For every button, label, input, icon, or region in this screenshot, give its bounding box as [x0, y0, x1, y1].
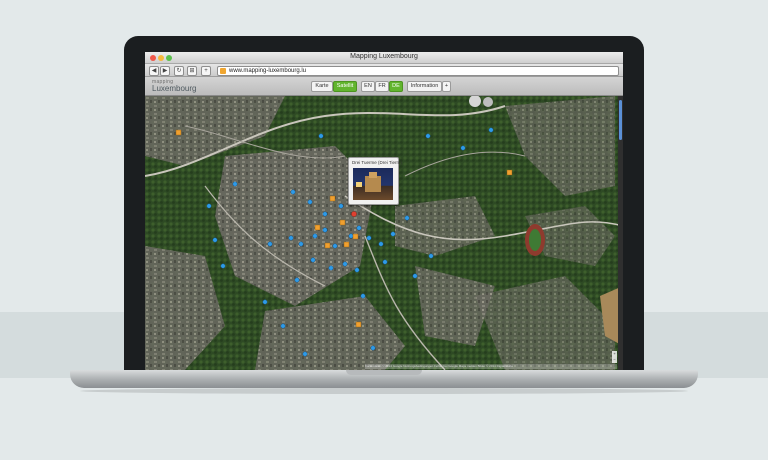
map-pin-icon [288, 235, 294, 241]
map-pin-icon [206, 203, 212, 209]
map-pin-icon [378, 241, 384, 247]
popup-photo [353, 168, 393, 200]
map-pin-icon [232, 181, 238, 187]
map-pin-icon [356, 225, 362, 231]
photo-light [356, 182, 362, 187]
map-pins [175, 127, 513, 357]
map-pin-icon [360, 293, 366, 299]
map-pin-icon [488, 127, 494, 133]
map-pin-icon [425, 133, 431, 139]
map-pin-icon [318, 133, 324, 139]
favicon-icon [220, 68, 226, 74]
photo-tower-top [369, 172, 377, 178]
map-pin-icon [355, 321, 362, 328]
satellite-view-button[interactable]: Satellit [333, 81, 357, 92]
map-pin-icon [294, 277, 300, 283]
map-pin-icon [351, 211, 357, 217]
browser-window: Mapping Luxembourg ◀ ▶ ↻ ⊞ + www.mapping… [145, 52, 623, 370]
laptop-notch [346, 370, 422, 375]
map-pin-icon [175, 129, 182, 136]
bookmarks-button[interactable]: ⊞ [187, 66, 197, 76]
map-pin-icon [382, 259, 388, 265]
map-pin-icon [328, 265, 334, 271]
map-pin-icon [352, 233, 359, 240]
popup-title: Drei Tuerme (Drei Tierm) [352, 160, 402, 165]
map-pin-icon [366, 235, 372, 241]
scrollbar-thumb[interactable] [619, 100, 622, 140]
address-bar[interactable]: www.mapping-luxembourg.lu [217, 66, 619, 76]
map-pin-icon [370, 345, 376, 351]
map-pin-icon [348, 233, 354, 239]
more-button[interactable]: + [442, 81, 451, 92]
place-popup[interactable]: Drei Tuerme (Drei Tierm) [348, 157, 402, 205]
map-pin-icon [322, 227, 328, 233]
map-view-button[interactable]: Karte [311, 81, 333, 92]
map-pin-icon [302, 351, 308, 357]
map-pin-icon [280, 323, 286, 329]
zoom-icon[interactable]: + − [612, 351, 617, 363]
lang-de-button[interactable]: DE [389, 81, 403, 92]
lang-fr-button[interactable]: FR [375, 81, 389, 92]
map-pin-icon [390, 231, 396, 237]
map-pin-icon [298, 241, 304, 247]
map-pin-icon [262, 299, 268, 305]
map-pin-icon [312, 233, 318, 239]
map-pin-icon [310, 257, 316, 263]
map-pin-icon [307, 199, 313, 205]
map-pin-icon [354, 267, 360, 273]
back-button[interactable]: ◀ [149, 66, 159, 76]
map-pin-icon [314, 224, 321, 231]
app-header: mapping Luxembourg Karte Satellit EN FR … [145, 77, 623, 96]
window-title: Mapping Luxembourg [350, 53, 418, 60]
map-pin-icon [428, 253, 434, 259]
laptop-shadow [80, 388, 688, 394]
map-attribution: Kartendaten © 2014 Google Nutzungsbeding… [365, 364, 617, 369]
map-pin-icon [412, 273, 418, 279]
map-scrollbar[interactable] [618, 96, 623, 370]
reload-button[interactable]: ↻ [174, 66, 184, 76]
map-pin-icon [322, 211, 328, 217]
map-pin-icon [404, 215, 410, 221]
information-button[interactable]: Information [407, 81, 442, 92]
map-pin-icon [329, 195, 336, 202]
map-pin-icon [324, 242, 331, 249]
map-pin-icon [220, 263, 226, 269]
browser-toolbar: ◀ ▶ ↻ ⊞ + www.mapping-luxembourg.lu [145, 64, 623, 77]
window-titlebar: Mapping Luxembourg [145, 52, 623, 64]
lang-en-button[interactable]: EN [361, 81, 375, 92]
forward-button[interactable]: ▶ [160, 66, 170, 76]
url-text: www.mapping-luxembourg.lu [229, 68, 307, 74]
map-pin-icon [506, 169, 513, 176]
map-pin-icon [342, 261, 348, 267]
map-pin-icon [212, 237, 218, 243]
map-pin-icon [343, 241, 350, 248]
add-tab-button[interactable]: + [201, 66, 211, 76]
map-pin-icon [460, 145, 466, 151]
map-pin-icon [338, 203, 344, 209]
map-pin-icon [339, 219, 346, 226]
photo-tower [365, 176, 381, 192]
map-pin-icon [332, 243, 338, 249]
logo-title: Luxembourg [152, 84, 197, 93]
map-pin-icon [290, 189, 296, 195]
satellite-map[interactable]: Drei Tuerme (Drei Tierm) + − Kartendaten … [145, 96, 623, 370]
map-pin-icon [267, 241, 273, 247]
